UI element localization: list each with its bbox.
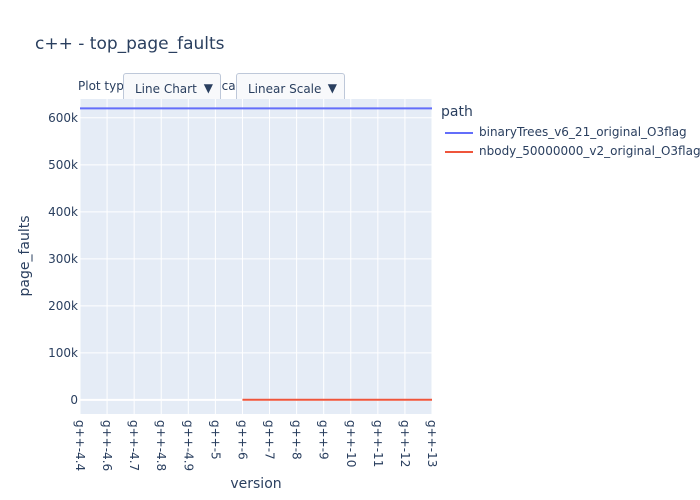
- x-tick-label: g++-4.9: [181, 420, 195, 471]
- x-tick-label: g++-5: [208, 420, 222, 460]
- legend-swatch: [445, 131, 473, 134]
- chevron-down-icon: ▼: [327, 81, 337, 95]
- chevron-down-icon: ▼: [203, 81, 213, 95]
- y-tick-label: 200k: [48, 299, 78, 313]
- x-tick-label: g++-8: [290, 420, 304, 460]
- y-tick-label: 300k: [48, 252, 78, 266]
- chart-title: c++ - top_page_faults: [35, 34, 225, 54]
- x-tick-label: g++-4.8: [154, 420, 168, 471]
- legend-item-label: nbody_50000000_v2_original_O3flag: [479, 144, 700, 158]
- y-tick-label: 400k: [48, 205, 78, 219]
- plot-area: [80, 99, 432, 414]
- x-tick-label: g++-10: [344, 420, 358, 467]
- x-tick-label: g++-9: [317, 420, 331, 460]
- y-tick-labels: 0 100k 200k 300k 400k 500k 600k: [48, 111, 78, 407]
- series-lines: [80, 107, 432, 401]
- legend-swatch: [445, 150, 473, 153]
- legend-item-label: binaryTrees_v6_21_original_O3flag: [479, 125, 687, 139]
- y-axis-label: page_faults: [17, 215, 33, 296]
- x-tick-labels: g++-4.4 g++-4.6 g++-4.7 g++-4.8 g++-4.9 g++-5…: [73, 420, 439, 471]
- x-tick-label: g++-12: [398, 420, 412, 467]
- x-tick-label: g++-4.7: [127, 420, 141, 471]
- x-tick-label: g++-4.4: [73, 420, 87, 471]
- scale-dropdown[interactable]: Linear Scale ▼: [236, 73, 345, 105]
- line-chart: 0 100k 200k 300k 400k 500k 600k g++-4.4 g++-4.6…: [17, 99, 439, 492]
- x-tick-label: g++-6: [235, 420, 249, 460]
- x-tick-label: g++-13: [425, 420, 439, 467]
- legend-item-binarytrees[interactable]: binaryTrees_v6_21_original_O3flag: [445, 125, 687, 139]
- chart-page: c++ - top_page_faults Plot type: Scale: …: [0, 0, 700, 500]
- scale-value: Linear Scale: [248, 82, 322, 96]
- grid-lines: [79, 99, 433, 414]
- x-tick-label: g++-11: [371, 420, 385, 467]
- y-tick-label: 500k: [48, 158, 78, 172]
- x-axis-label: version: [230, 476, 281, 492]
- legend-item-nbody[interactable]: nbody_50000000_v2_original_O3flag: [445, 144, 700, 158]
- x-tick-label: g++-7: [263, 420, 277, 460]
- plot-type-dropdown[interactable]: Line Chart ▼: [123, 73, 221, 105]
- y-tick-label: 600k: [48, 111, 78, 125]
- y-tick-label: 0: [70, 393, 78, 407]
- y-tick-label: 100k: [48, 346, 78, 360]
- plot-type-value: Line Chart: [135, 82, 197, 96]
- legend-title: path: [441, 104, 473, 120]
- x-tick-label: g++-4.6: [100, 420, 114, 471]
